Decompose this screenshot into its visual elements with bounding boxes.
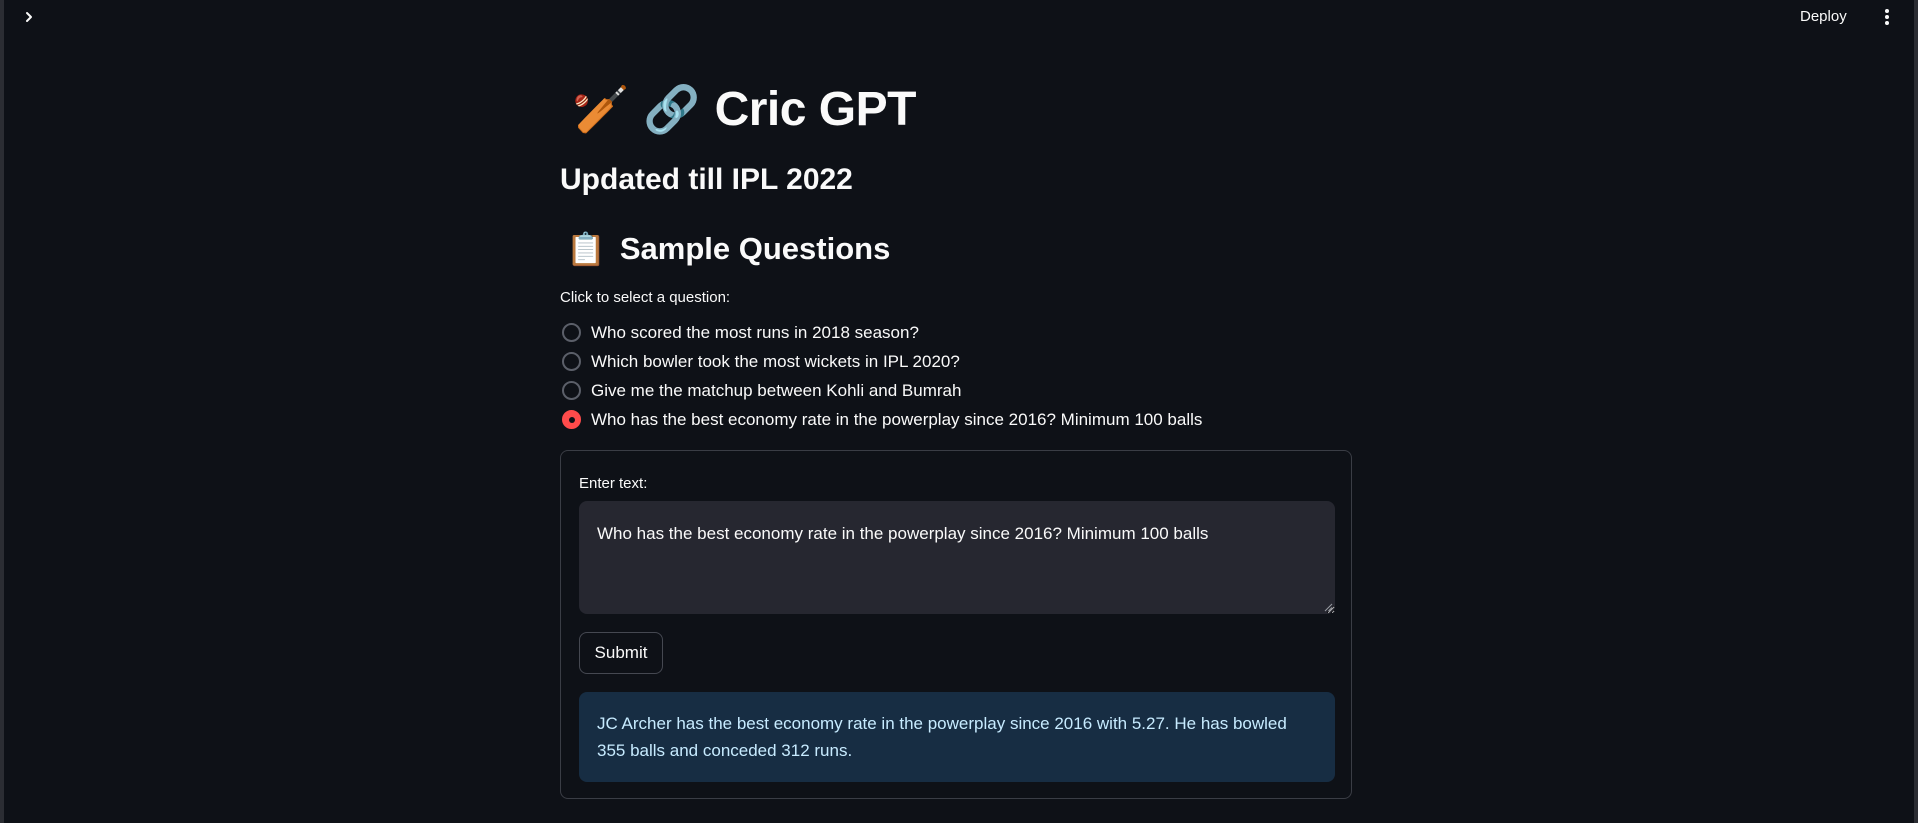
radio-option-label: Who has the best economy rate in the pow… xyxy=(591,409,1203,429)
answer-info-box: JC Archer has the best economy rate in t… xyxy=(579,692,1335,782)
radio-button[interactable] xyxy=(562,352,581,371)
radio-option-label: Who scored the most runs in 2018 season? xyxy=(591,322,919,342)
radio-option[interactable]: Give me the matchup between Kohli and Bu… xyxy=(560,376,1352,405)
window-left-border xyxy=(0,0,4,823)
sidebar-expand-button[interactable] xyxy=(18,6,40,28)
submit-button[interactable]: Submit xyxy=(579,632,663,674)
page-subtitle: Updated till IPL 2022 xyxy=(560,163,853,196)
sample-questions-heading: 📋 Sample Questions xyxy=(560,226,890,272)
radio-button[interactable] xyxy=(562,381,581,400)
radio-option[interactable]: Which bowler took the most wickets in IP… xyxy=(560,347,1352,376)
question-form: Enter text: Who has the best economy rat… xyxy=(560,450,1352,799)
app-header: Deploy xyxy=(0,0,1918,34)
radio-option[interactable]: Who scored the most runs in 2018 season? xyxy=(560,318,1352,347)
radio-button-selected[interactable] xyxy=(562,410,581,429)
question-radio-group: Who scored the most runs in 2018 season?… xyxy=(560,318,1352,434)
sample-questions-title: Sample Questions xyxy=(619,231,891,266)
page-title: 🏏 🔗 Cric GPT xyxy=(560,76,916,142)
question-text-area[interactable]: Who has the best economy rate in the pow… xyxy=(579,501,1335,614)
window-right-border xyxy=(1914,0,1918,823)
radio-option-label: Which bowler took the most wickets in IP… xyxy=(591,351,960,371)
radio-button[interactable] xyxy=(562,323,581,342)
title-text: Cric GPT xyxy=(714,82,917,136)
deploy-button[interactable]: Deploy xyxy=(1800,6,1847,28)
link-icon: 🔗 xyxy=(643,82,701,135)
main-menu-button[interactable] xyxy=(1876,6,1898,28)
radio-option-label: Give me the matchup between Kohli and Bu… xyxy=(591,380,962,400)
text-area-label: Enter text: xyxy=(579,475,648,492)
radio-option-selected[interactable]: Who has the best economy rate in the pow… xyxy=(560,405,1352,434)
cricket-bat-icon: 🏏 xyxy=(572,82,630,135)
clipboard-icon: 📋 xyxy=(566,231,606,267)
resize-handle-icon[interactable] xyxy=(1324,603,1333,612)
chevron-right-icon xyxy=(26,12,32,22)
vertical-dots-icon xyxy=(1885,9,1889,25)
radio-group-label: Click to select a question: xyxy=(560,289,731,306)
